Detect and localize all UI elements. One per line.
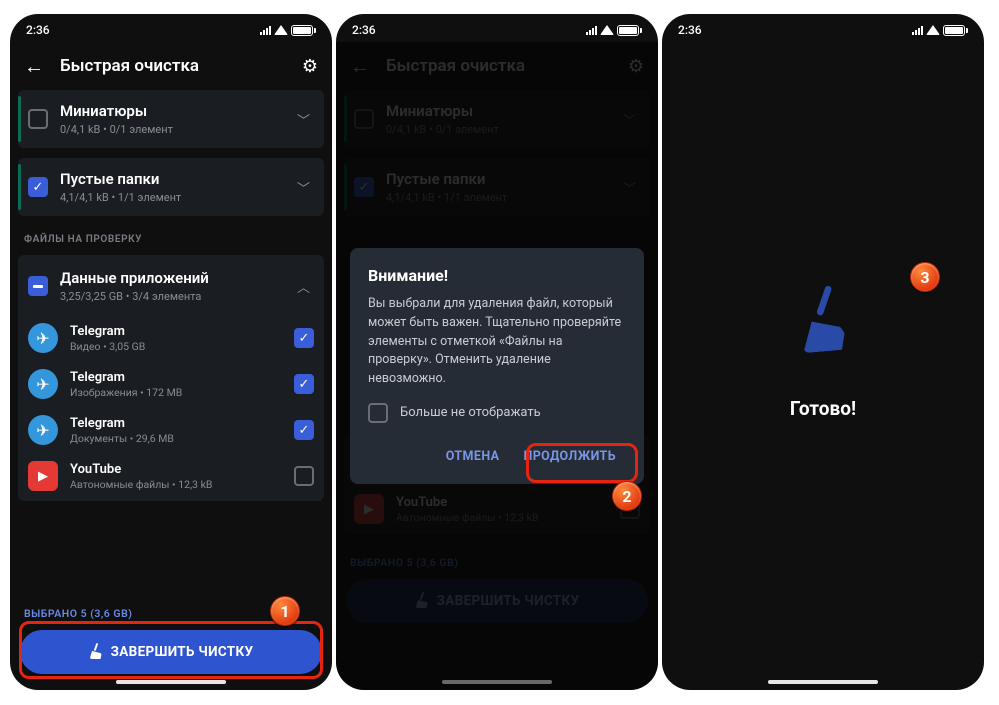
annotation-badge-2: 2	[612, 481, 642, 511]
wifi-icon	[600, 25, 614, 35]
battery-icon	[617, 25, 639, 36]
item-title: YouTube	[70, 462, 282, 477]
status-icons	[586, 25, 642, 36]
dialog-title: Внимание!	[368, 266, 626, 285]
dont-show-label: Больше не отображать	[400, 405, 541, 420]
modal-backdrop: Внимание! Вы выбрали для удаления файл, …	[336, 42, 658, 690]
checkbox-empty-folders[interactable]: ✓	[28, 177, 48, 197]
status-bar: 2:36	[10, 14, 332, 42]
telegram-icon: ✈	[28, 415, 58, 445]
category-sub: 0/4,1 kB • 0/1 элемент	[60, 123, 281, 136]
item-sub: Изображения • 172 MB	[70, 386, 282, 399]
checkbox-item[interactable]: ✓	[294, 420, 314, 440]
telegram-icon: ✈	[28, 323, 58, 353]
gear-icon[interactable]: ⚙	[302, 56, 318, 77]
group-header[interactable]: Данные приложений 3,25/3,25 GB • 3/4 эле…	[18, 259, 324, 315]
item-sub: Документы • 29,6 MB	[70, 432, 282, 445]
list-item[interactable]: ▶ YouTubeАвтономные файлы • 12,3 kB	[18, 453, 324, 499]
youtube-icon: ▶	[28, 461, 58, 491]
status-icons	[260, 25, 316, 36]
page-title: Быстрая очистка	[60, 56, 286, 76]
list-item[interactable]: ✈ TelegramДокументы • 29,6 MB ✓	[18, 407, 324, 453]
dont-show-row[interactable]: Больше не отображать	[368, 403, 626, 423]
battery-icon	[943, 25, 965, 36]
home-indicator[interactable]	[116, 680, 226, 684]
category-thumbnails[interactable]: Миниатюры 0/4,1 kB • 0/1 элемент ﹀	[18, 90, 324, 148]
checkbox-item[interactable]: ✓	[294, 328, 314, 348]
signal-icon	[586, 25, 597, 35]
back-icon[interactable]: ←	[24, 56, 44, 76]
phone-screen-3: 2:36 Готово! 3	[662, 14, 984, 690]
group-title: Данные приложений	[60, 269, 281, 287]
chevron-down-icon[interactable]: ﹀	[293, 178, 314, 197]
signal-icon	[260, 25, 271, 35]
status-time: 2:36	[678, 23, 702, 37]
cancel-button[interactable]: ОТМЕНА	[436, 439, 510, 474]
signal-icon	[912, 25, 923, 35]
annotation-badge-1: 1	[270, 596, 300, 626]
chevron-up-icon[interactable]: ︿	[293, 277, 314, 296]
broom-icon	[794, 296, 851, 353]
item-title: Telegram	[70, 324, 282, 339]
status-icons	[912, 25, 968, 36]
status-time: 2:36	[352, 23, 376, 37]
status-time: 2:36	[26, 23, 50, 37]
phone-screen-2: 2:36 ← Быстрая очистка ⚙ Миниатюры 0/4	[336, 14, 658, 690]
telegram-icon: ✈	[28, 369, 58, 399]
list-item[interactable]: ✈ TelegramИзображения • 172 MB ✓	[18, 361, 324, 407]
category-title: Миниатюры	[60, 102, 281, 120]
wifi-icon	[274, 25, 288, 35]
dialog-body: Вы выбрали для удаления файл, который мо…	[368, 295, 626, 389]
broom-icon	[89, 645, 103, 659]
category-empty-folders[interactable]: ✓ Пустые папки 4,1/4,1 kB • 1/1 элемент …	[18, 158, 324, 216]
category-sub: 4,1/4,1 kB • 1/1 элемент	[60, 191, 281, 204]
checkbox-dont-show[interactable]	[368, 403, 388, 423]
category-title: Пустые папки	[60, 170, 281, 188]
checkbox-item[interactable]	[294, 466, 314, 486]
done-screen: Готово!	[662, 42, 984, 690]
group-sub: 3,25/3,25 GB • 3/4 элемента	[60, 290, 281, 303]
wifi-icon	[926, 25, 940, 35]
list-item[interactable]: ✈ TelegramВидео • 3,05 GB ✓	[18, 315, 324, 361]
status-bar: 2:36	[662, 14, 984, 42]
item-sub: Автономные файлы • 12,3 kB	[70, 478, 282, 491]
battery-icon	[291, 25, 313, 36]
item-sub: Видео • 3,05 GB	[70, 340, 282, 353]
button-label: ЗАВЕРШИТЬ ЧИСТКУ	[111, 644, 254, 660]
status-bar: 2:36	[336, 14, 658, 42]
item-title: Telegram	[70, 370, 282, 385]
finish-clean-button[interactable]: ЗАВЕРШИТЬ ЧИСТКУ	[20, 630, 322, 674]
checkbox-thumbnails[interactable]	[28, 109, 48, 129]
continue-button[interactable]: ПРОДОЛЖИТЬ	[513, 439, 626, 474]
home-indicator[interactable]	[768, 680, 878, 684]
item-title: Telegram	[70, 416, 282, 431]
phone-screen-1: 2:36 ← Быстрая очистка ⚙ Миниатюры 0/4,1…	[10, 14, 332, 690]
group-app-data: Данные приложений 3,25/3,25 GB • 3/4 эле…	[18, 255, 324, 501]
section-label: ФАЙЛЫ НА ПРОВЕРКУ	[18, 226, 324, 255]
done-text: Готово!	[790, 397, 856, 420]
checkbox-app-data[interactable]	[28, 276, 48, 296]
chevron-down-icon[interactable]: ﹀	[293, 110, 314, 129]
warning-dialog: Внимание! Вы выбрали для удаления файл, …	[350, 248, 644, 484]
checkbox-item[interactable]: ✓	[294, 374, 314, 394]
app-bar: ← Быстрая очистка ⚙	[10, 42, 332, 90]
annotation-badge-3: 3	[910, 262, 940, 292]
